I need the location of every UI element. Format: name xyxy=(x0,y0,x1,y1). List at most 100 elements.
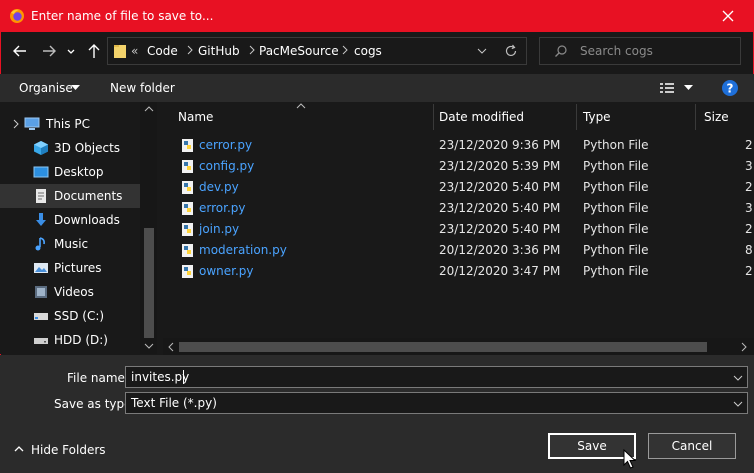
file-row[interactable]: cerror.py 23/12/2020 9:36 PM Python File 2 xyxy=(163,135,754,156)
nav-label: This PC xyxy=(46,117,90,131)
file-row[interactable]: dev.py 23/12/2020 5:40 PM Python File 2 xyxy=(163,177,754,198)
breadcrumb-code[interactable]: Code xyxy=(147,44,178,58)
address-bar[interactable]: « Code GitHub PacMeSource cogs xyxy=(107,37,527,65)
column-header-name[interactable]: Name xyxy=(163,102,433,130)
view-dropdown-icon[interactable] xyxy=(684,85,693,91)
column-header-date[interactable]: Date modified xyxy=(434,102,576,130)
recent-locations-chevron-icon[interactable] xyxy=(63,38,79,64)
file-size: 2 xyxy=(745,180,753,194)
view-options-icon[interactable] xyxy=(659,81,675,95)
organise-dropdown-icon[interactable] xyxy=(71,85,80,91)
nav-item-pictures[interactable]: Pictures xyxy=(0,256,140,280)
nav-label: Videos xyxy=(54,285,94,299)
file-name: join.py xyxy=(199,222,240,236)
hdd-drive-icon xyxy=(34,338,48,344)
file-list-scrollbar[interactable] xyxy=(163,338,754,355)
save-as-type-select[interactable]: Text File (*.py) xyxy=(125,392,748,414)
file-row[interactable]: config.py 23/12/2020 5:39 PM Python File 3 xyxy=(163,156,754,177)
scroll-right-icon[interactable] xyxy=(740,342,748,352)
scrollbar-thumb[interactable] xyxy=(144,228,154,338)
address-dropdown-icon[interactable] xyxy=(477,46,487,56)
python-file-icon xyxy=(182,160,193,173)
breadcrumb-pacmesource[interactable]: PacMeSource xyxy=(259,44,339,58)
picture-icon xyxy=(34,263,48,273)
file-type: Python File xyxy=(583,138,649,152)
svg-text:?: ? xyxy=(727,82,734,96)
breadcrumb-cogs[interactable]: cogs xyxy=(354,44,382,58)
file-size: 2 xyxy=(745,264,753,278)
nav-item-ssd-c[interactable]: SSD (C:) xyxy=(0,304,140,328)
forward-arrow-icon[interactable] xyxy=(37,38,61,64)
cube-icon xyxy=(34,141,48,155)
navigation-scrollbar[interactable] xyxy=(140,102,157,354)
file-name: dev.py xyxy=(199,180,239,194)
close-icon[interactable] xyxy=(716,4,740,28)
new-folder-button[interactable]: New folder xyxy=(110,81,175,95)
help-icon[interactable]: ? xyxy=(722,80,738,96)
file-name: config.py xyxy=(199,159,255,173)
python-file-icon xyxy=(182,202,193,215)
chevron-down-icon[interactable] xyxy=(733,400,743,408)
cancel-button[interactable]: Cancel xyxy=(648,433,736,459)
nav-item-music[interactable]: Music xyxy=(0,232,140,256)
file-row[interactable]: owner.py 20/12/2020 3:47 PM Python File 2 xyxy=(163,261,754,282)
computer-icon xyxy=(24,117,40,130)
file-size: 3 xyxy=(745,159,753,173)
file-date: 23/12/2020 5:40 PM xyxy=(439,201,561,215)
organise-button[interactable]: Organise xyxy=(19,81,73,95)
save-as-type-label: Save as type: xyxy=(54,397,136,411)
nav-label: Downloads xyxy=(54,213,120,227)
back-arrow-icon[interactable] xyxy=(8,38,32,64)
scrollbar-thumb[interactable] xyxy=(179,342,707,352)
nav-item-hdd-d[interactable]: HDD (D:) xyxy=(0,328,140,352)
nav-item-documents[interactable]: Documents xyxy=(0,184,140,208)
chevron-right-icon[interactable] xyxy=(248,45,256,55)
nav-label: SSD (C:) xyxy=(54,309,105,323)
python-file-icon xyxy=(182,223,193,236)
scroll-down-icon[interactable] xyxy=(144,342,154,350)
scroll-up-icon[interactable] xyxy=(144,105,154,113)
window-title: Enter name of file to save to... xyxy=(31,9,214,23)
nav-label: HDD (D:) xyxy=(54,333,108,347)
nav-label: Desktop xyxy=(54,165,104,179)
chevron-right-icon[interactable] xyxy=(186,45,194,55)
file-name: error.py xyxy=(199,201,246,215)
mouse-cursor-icon xyxy=(623,449,637,469)
file-type: Python File xyxy=(583,180,649,194)
file-row[interactable]: error.py 23/12/2020 5:40 PM Python File 3 xyxy=(163,198,754,219)
command-bar: Organise New folder ? xyxy=(0,74,754,102)
file-name-input[interactable]: invites.py xyxy=(125,366,748,388)
nav-label: Pictures xyxy=(54,261,102,275)
nav-item-videos[interactable]: Videos xyxy=(0,280,140,304)
file-name: owner.py xyxy=(199,264,254,278)
file-type: Python File xyxy=(583,201,649,215)
breadcrumb-overflow[interactable]: « xyxy=(131,44,138,58)
hide-folders-button[interactable]: Hide Folders xyxy=(31,443,106,457)
desktop-icon xyxy=(33,166,49,178)
nav-item-desktop[interactable]: Desktop xyxy=(0,160,140,184)
file-type: Python File xyxy=(583,264,649,278)
file-row[interactable]: join.py 23/12/2020 5:40 PM Python File 2 xyxy=(163,219,754,240)
chevron-down-icon[interactable] xyxy=(733,374,743,382)
up-arrow-icon[interactable] xyxy=(82,38,106,64)
nav-label: Music xyxy=(54,237,89,251)
chevron-up-icon[interactable] xyxy=(14,445,24,453)
nav-item-downloads[interactable]: Downloads xyxy=(0,208,140,232)
file-row[interactable]: moderation.py 20/12/2020 3:36 PM Python Fi… xyxy=(163,240,754,261)
file-size: 8 xyxy=(745,243,753,257)
column-header-type[interactable]: Type xyxy=(577,102,695,130)
text-caret xyxy=(183,370,184,384)
nav-item-3d-objects[interactable]: 3D Objects xyxy=(0,136,140,160)
navigation-pane: This PC 3D Objects Desktop Documents Dow… xyxy=(0,102,157,354)
chevron-right-icon[interactable] xyxy=(341,45,349,55)
column-header-size[interactable]: Size xyxy=(696,102,754,130)
file-name-label: File name: xyxy=(67,371,129,385)
nav-item-this-pc[interactable]: This PC xyxy=(0,112,140,136)
nav-label: Documents xyxy=(54,189,123,203)
python-file-icon xyxy=(182,244,193,257)
search-box[interactable]: Search cogs xyxy=(539,37,741,65)
refresh-icon[interactable] xyxy=(503,43,519,59)
file-size: 2 xyxy=(745,138,753,152)
breadcrumb-github[interactable]: GitHub xyxy=(198,44,240,58)
scroll-left-icon[interactable] xyxy=(167,342,175,352)
